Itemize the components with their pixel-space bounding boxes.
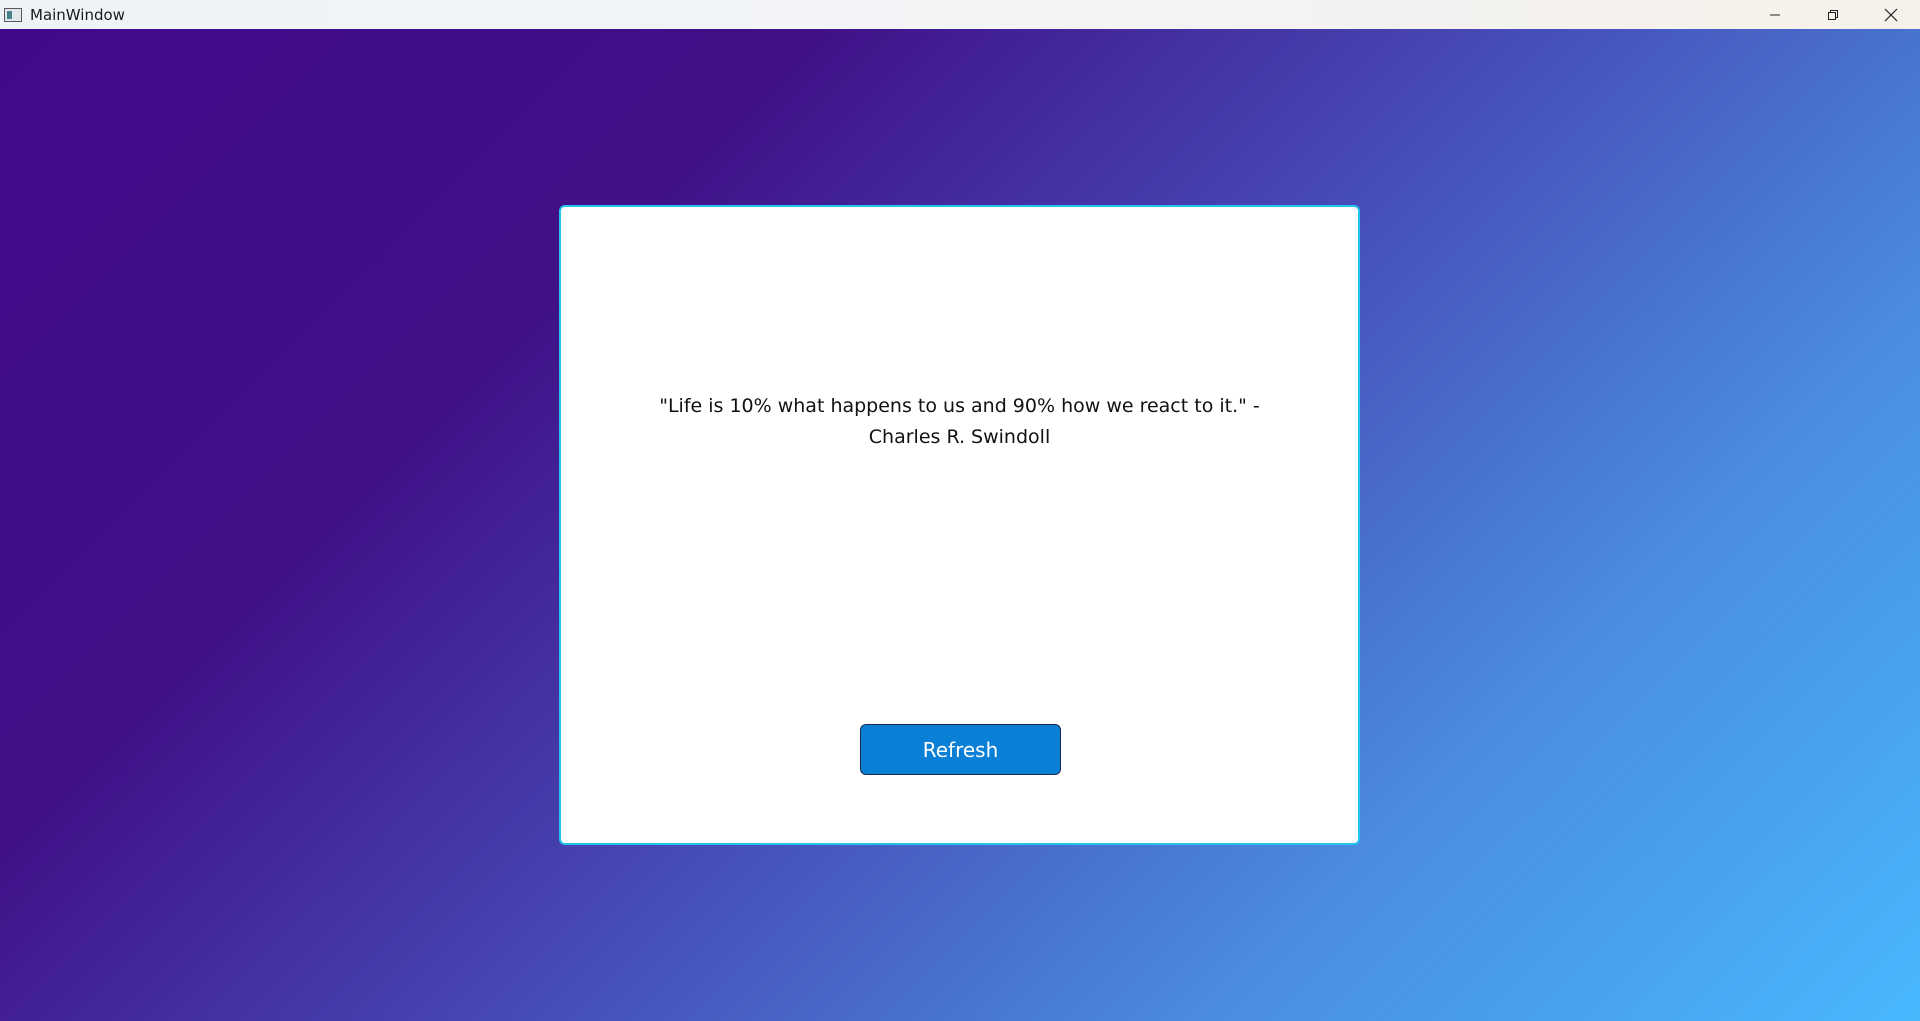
minimize-icon: [1770, 14, 1780, 15]
close-icon: [1884, 8, 1898, 21]
title-bar[interactable]: MainWindow: [0, 0, 1920, 29]
refresh-button[interactable]: Refresh: [860, 724, 1061, 775]
caption-buttons: [1746, 0, 1920, 29]
quote-card: "Life is 10% what happens to us and 90% …: [559, 205, 1360, 845]
app-icon: [4, 7, 22, 22]
quote-text: "Life is 10% what happens to us and 90% …: [659, 395, 1260, 448]
gradient-background: "Life is 10% what happens to us and 90% …: [0, 29, 1920, 1021]
main-window: MainWindow "Life is 10% what happens to …: [0, 0, 1920, 1021]
window-title: MainWindow: [30, 5, 125, 24]
minimize-button[interactable]: [1746, 0, 1804, 29]
close-button[interactable]: [1862, 0, 1920, 29]
restore-icon: [1828, 9, 1838, 20]
restore-button[interactable]: [1804, 0, 1862, 29]
